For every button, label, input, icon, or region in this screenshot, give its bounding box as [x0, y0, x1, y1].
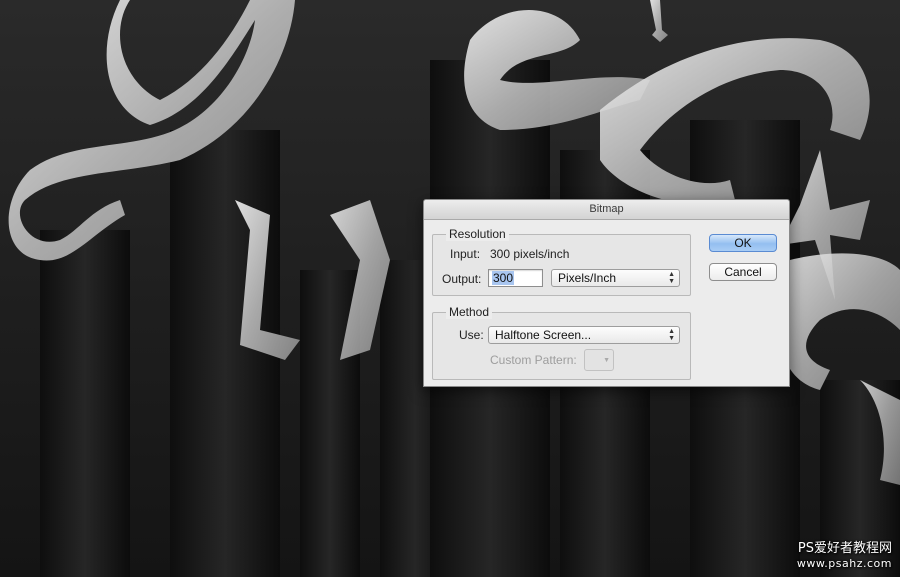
resolution-unit-select[interactable]: Pixels/Inch ▲ ▼: [551, 269, 680, 287]
custom-pattern-label: Custom Pattern:: [490, 353, 577, 367]
output-label: Output:: [442, 272, 482, 286]
chevron-down-icon: ▼: [603, 357, 610, 364]
stepper-arrows-icon: ▲ ▼: [668, 328, 675, 342]
resolution-unit-value: Pixels/Inch: [558, 271, 617, 285]
bitmap-dialog: Bitmap Resolution Input: 300 pixels/inch…: [423, 199, 790, 387]
input-label: Input:: [450, 247, 481, 261]
input-resolution-value: 300 pixels/inch: [490, 247, 570, 261]
ok-button[interactable]: OK: [709, 234, 777, 252]
method-group-title: Method: [446, 305, 493, 319]
stepper-arrows-icon: ▲ ▼: [668, 271, 675, 285]
output-resolution-field[interactable]: 300: [488, 269, 543, 287]
watermark: PS爱好者教程网 www.psahz.com: [797, 541, 892, 571]
watermark-title: PS爱好者教程网: [797, 541, 892, 556]
cancel-button[interactable]: Cancel: [709, 263, 777, 281]
custom-pattern-picker: ▼: [584, 349, 614, 371]
output-resolution-value: 300: [492, 271, 515, 285]
dialog-title: Bitmap: [424, 200, 789, 220]
use-label: Use:: [459, 328, 484, 342]
method-select[interactable]: Halftone Screen... ▲ ▼: [488, 326, 680, 344]
resolution-group-title: Resolution: [446, 227, 509, 241]
watermark-url: www.psahz.com: [796, 557, 892, 570]
method-group: [432, 312, 691, 380]
method-value: Halftone Screen...: [495, 328, 592, 342]
